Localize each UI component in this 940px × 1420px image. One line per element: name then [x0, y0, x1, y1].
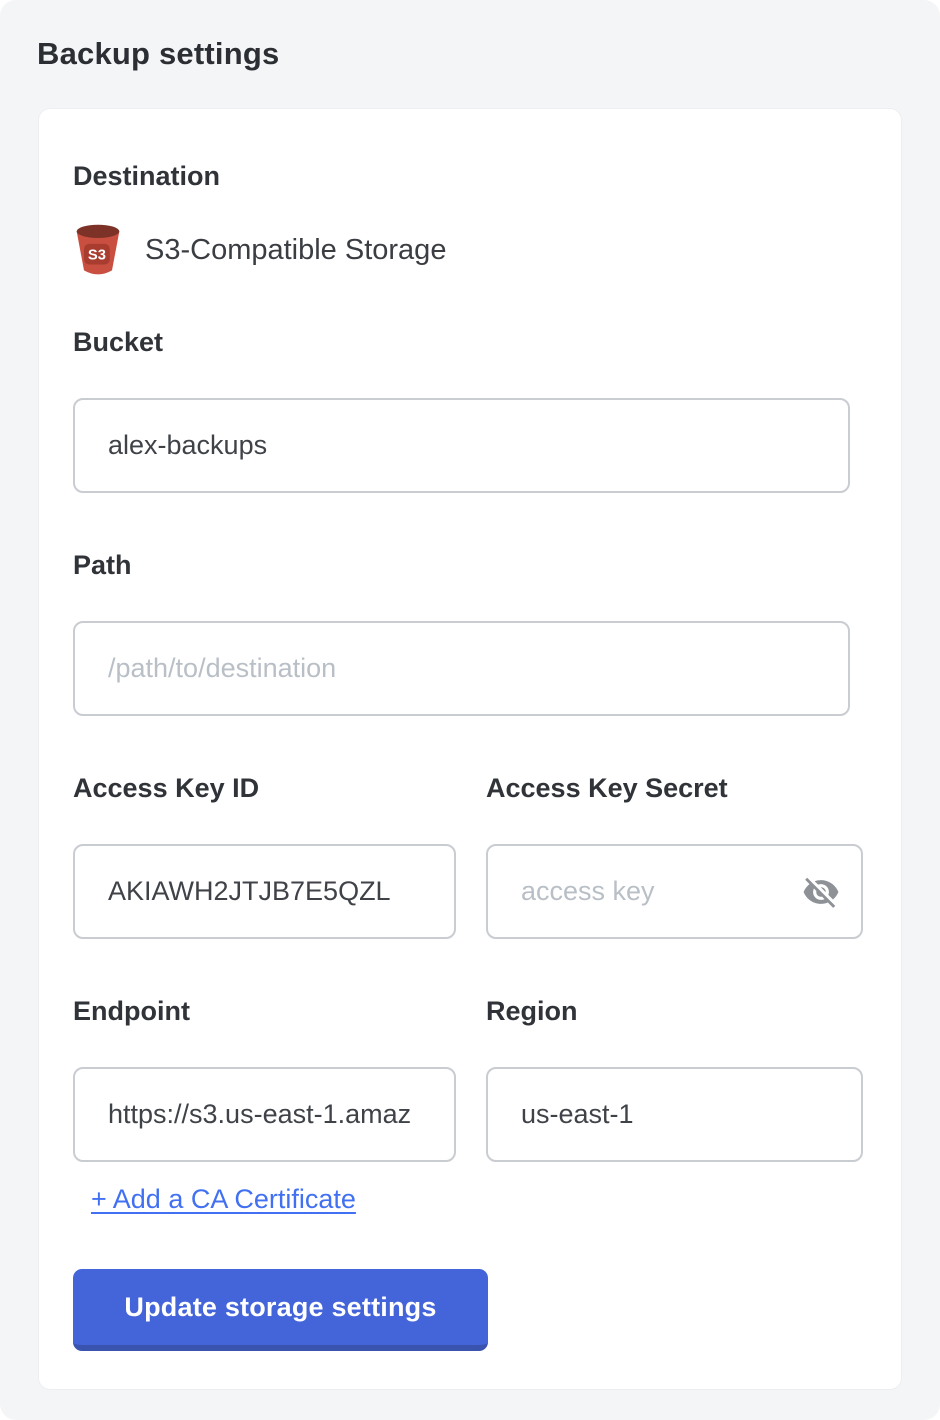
bucket-label: Bucket: [73, 326, 865, 358]
path-label: Path: [73, 549, 865, 581]
destination-row: S3 S3-Compatible Storage: [73, 222, 865, 278]
region-input[interactable]: [486, 1067, 863, 1162]
update-storage-settings-button[interactable]: Update storage settings: [73, 1269, 488, 1351]
svg-text:S3: S3: [88, 247, 106, 263]
page-title: Backup settings: [0, 0, 940, 72]
eye-off-icon: [802, 873, 840, 911]
access-key-secret-label: Access Key Secret: [486, 772, 863, 804]
bucket-input[interactable]: [73, 398, 850, 493]
endpoint-input[interactable]: [73, 1067, 456, 1162]
endpoint-label: Endpoint: [73, 995, 456, 1027]
access-key-row: Access Key ID Access Key Secret: [73, 772, 865, 939]
access-key-secret-wrap: [486, 844, 863, 939]
path-input[interactable]: [73, 621, 850, 716]
add-ca-certificate-link[interactable]: + Add a CA Certificate: [91, 1184, 356, 1215]
s3-bucket-icon: S3: [73, 224, 123, 277]
access-key-id-label: Access Key ID: [73, 772, 456, 804]
toggle-secret-visibility-button[interactable]: [801, 872, 841, 912]
region-label: Region: [486, 995, 863, 1027]
backup-settings-page: Backup settings Destination S3 S3-Compat…: [0, 0, 940, 1420]
backup-settings-card: Destination S3 S3-Compatible Storage Buc…: [38, 108, 902, 1390]
destination-value: S3-Compatible Storage: [145, 234, 446, 267]
destination-label: Destination: [73, 160, 865, 192]
access-key-id-input[interactable]: [73, 844, 456, 939]
endpoint-region-row: Endpoint Region: [73, 995, 865, 1162]
